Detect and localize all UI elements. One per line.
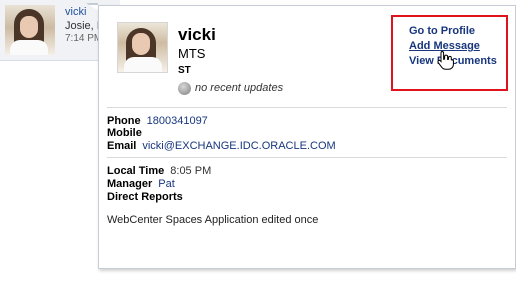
background-timestamp: 7:14 PM [65, 33, 103, 44]
local-time-row: Local Time 8:05 PM [107, 165, 211, 177]
email-label: Email [107, 140, 137, 152]
mobile-label: Mobile [107, 127, 142, 139]
manager-row: Manager Pat [107, 178, 175, 190]
profile-title: MTS [178, 46, 206, 61]
phone-row: Phone 1800341097 [107, 115, 208, 127]
profile-name: vicki [178, 25, 216, 44]
section-divider [107, 157, 507, 158]
phone-value-link[interactable]: 1800341097 [147, 115, 208, 127]
local-time-label: Local Time [107, 165, 165, 177]
background-username-link[interactable]: vicki [65, 6, 86, 18]
mobile-row: Mobile [107, 127, 142, 139]
actions-highlight-box: Go to Profile Add Message View Documents [391, 15, 508, 91]
section-divider [107, 107, 507, 108]
status-text: no recent updates [195, 82, 284, 94]
direct-reports-row: Direct Reports [107, 191, 183, 203]
background-message-preview: Josie, I [65, 20, 100, 32]
profile-hover-card: vicki MTS ST no recent updates Go to Pro… [98, 5, 516, 269]
direct-reports-label: Direct Reports [107, 191, 183, 203]
activity-summary: WebCenter Spaces Application edited once [107, 214, 319, 226]
manager-value-link[interactable]: Pat [158, 178, 175, 190]
hand-cursor-icon [437, 50, 454, 70]
avatar-face [132, 33, 150, 55]
popup-pointer-inner [89, 5, 98, 11]
email-row: Email vicki@EXCHANGE.IDC.ORACLE.COM [107, 140, 336, 152]
background-avatar[interactable] [5, 5, 55, 55]
phone-label: Phone [107, 115, 141, 127]
profile-department: ST [178, 65, 191, 76]
profile-avatar[interactable] [117, 22, 168, 73]
email-value-link[interactable]: vicki@EXCHANGE.IDC.ORACLE.COM [142, 140, 335, 152]
manager-label: Manager [107, 178, 153, 190]
avatar-shirt [124, 57, 162, 72]
status-icon [178, 82, 191, 95]
go-to-profile-link[interactable]: Go to Profile [409, 25, 475, 37]
local-time-value: 8:05 PM [170, 165, 212, 177]
